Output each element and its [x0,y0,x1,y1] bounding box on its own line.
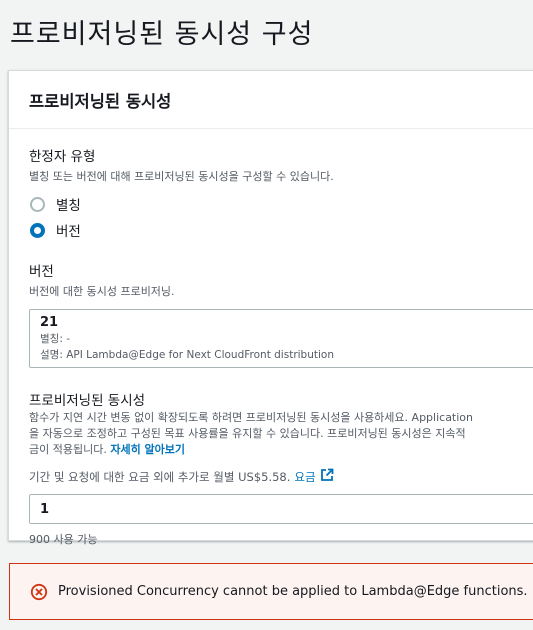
radio-alias[interactable]: 별칭 [29,192,527,216]
concurrency-description: 함수가 지연 시간 변동 없이 확장되도록 하려면 프로비저닝된 동시성을 사용… [29,410,527,458]
version-label: 버전 [29,264,54,280]
qualifier-description: 별칭 또는 버전에 대해 프로비저닝된 동시성을 구성할 수 있습니다. [29,170,334,183]
qualifier-label: 한정자 유형 [29,149,96,165]
concurrency-desc-line-3: 금이 적용됩니다. 자세히 알아보기 [29,442,527,458]
price-text: 기간 및 요청에 대한 요금 외에 추가로 월별 US$5.58. [29,469,291,484]
error-alert: Provisioned Concurrency cannot be applie… [9,563,533,620]
available-count: 900 사용 가능 [29,533,98,546]
version-desc-line: 설명: API Lambda@Edge for Next CloudFront … [40,349,334,361]
version-section: 버전 버전에 대한 동시성 프로비저닝. 21 별칭: - 설명: API La… [29,260,533,368]
concurrency-desc-line-1: 함수가 지연 시간 변동 없이 확장되도록 하려면 프로비저닝된 동시성을 사용… [29,411,474,424]
error-icon [30,583,48,601]
concurrency-desc-line-2: 을 자동으로 조정하고 구성된 목표 사용률을 유지할 수 있습니다. 프로비저… [29,427,466,440]
version-number: 21 [40,315,59,330]
learn-more-link[interactable]: 자세히 알아보기 [110,443,185,456]
provisioned-concurrency-input[interactable]: 1 [29,494,533,524]
concurrency-section: 프로비저닝된 동시성 함수가 지연 시간 변동 없이 확장되도록 하려면 프로비… [29,389,533,547]
concurrency-value: 1 [40,501,50,517]
radio-version-label: 버전 [56,224,81,240]
radio-alias-circle[interactable] [30,196,45,212]
panel-body: 한정자 유형 별칭 또는 버전에 대해 프로비저닝된 동시성을 구성할 수 있습… [9,129,533,547]
version-alias: 별칭: - [40,333,70,345]
page-title: 프로비저닝된 동시성 구성 [10,19,314,50]
pricing-link[interactable]: 요금 [294,469,315,485]
error-message: Provisioned Concurrency cannot be applie… [58,584,528,599]
panel-title: 프로비저닝된 동시성 [29,92,172,111]
price-line: 기간 및 요청에 대한 요금 외에 추가로 월별 US$5.58. 요금 [29,468,527,485]
qualifier-section: 한정자 유형 별칭 또는 버전에 대해 프로비저닝된 동시성을 구성할 수 있습… [29,145,527,242]
radio-alias-label: 별칭 [56,198,81,214]
provisioned-concurrency-panel: 프로비저닝된 동시성 한정자 유형 별칭 또는 버전에 대해 프로비저닝된 동시… [8,70,533,546]
panel-header: 프로비저닝된 동시성 [9,71,533,129]
radio-version[interactable]: 버전 [29,218,527,242]
concurrency-desc-line-3-text: 금이 적용됩니다. [29,443,107,456]
external-link-icon[interactable] [320,468,334,485]
radio-version-circle[interactable] [30,222,45,238]
concurrency-label: 프로비저닝된 동시성 [29,393,146,409]
version-description: 버전에 대한 동시성 프로비저닝. [29,285,175,298]
version-select[interactable]: 21 별칭: - 설명: API Lambda@Edge for Next Cl… [29,309,533,368]
